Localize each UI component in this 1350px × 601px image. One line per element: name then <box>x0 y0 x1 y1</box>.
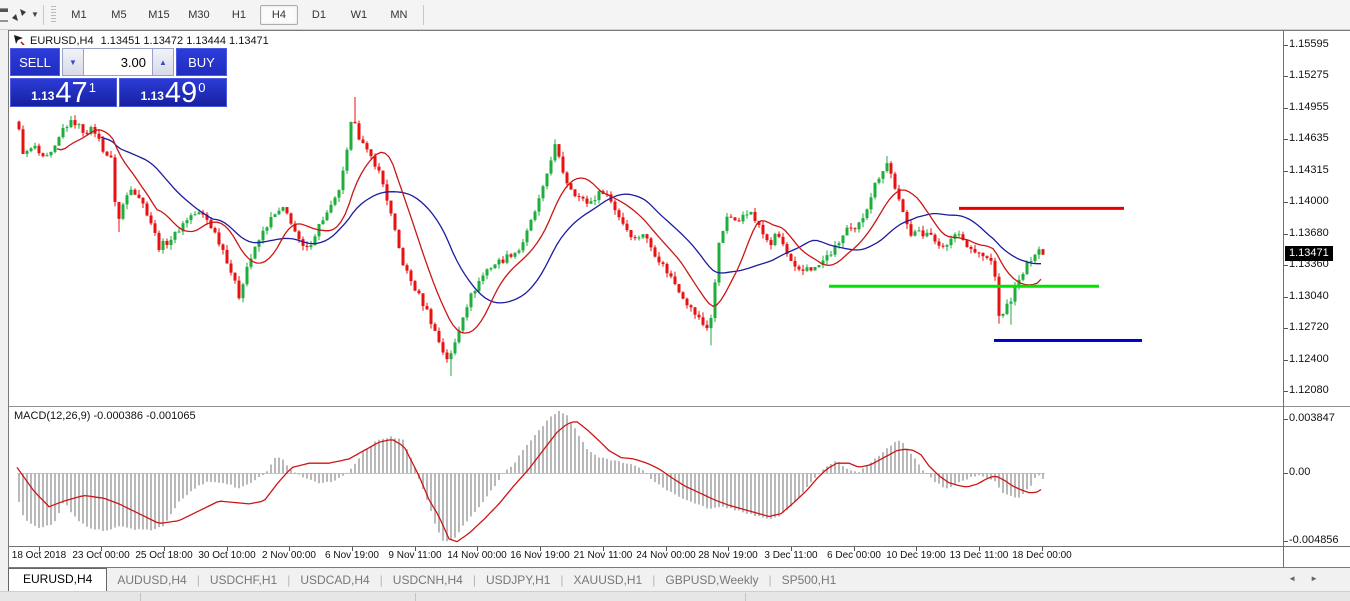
macd-plot[interactable] <box>9 407 1283 546</box>
price-tick-mark <box>1284 171 1288 172</box>
chart-cursor-icon <box>13 34 25 48</box>
price-axis-separator <box>1283 31 1284 569</box>
tab-AUDUSD-H4[interactable]: AUDUSD,H4 <box>107 570 196 591</box>
top-toolbar: ▼ M1M5M15M30H1H4D1W1MN <box>0 0 1350 30</box>
buy-button[interactable]: BUY <box>176 48 227 76</box>
price-tick-mark <box>1284 391 1288 392</box>
macd-tick-label: -0.004856 <box>1289 534 1339 546</box>
tab-GBPUSD-Weekly[interactable]: GBPUSD,Weekly <box>655 570 768 591</box>
macd-tick-mark <box>1284 419 1288 420</box>
price-tick-label: 1.15595 <box>1289 38 1329 50</box>
toolbar-separator <box>423 5 424 25</box>
price-tick-mark <box>1284 328 1288 329</box>
tab-SP500-H1[interactable]: SP500,H1 <box>772 570 847 591</box>
chart-title-row: EURUSD,H4 1.13451 1.13472 1.13444 1.1347… <box>13 34 269 48</box>
buy-price-pip: 0 <box>198 80 205 95</box>
tab-USDCHF-H1[interactable]: USDCHF,H1 <box>200 570 287 591</box>
time-tick-label: 13 Dec 11:00 <box>950 550 1009 561</box>
price-tick-mark <box>1284 45 1288 46</box>
price-tick-label: 1.14000 <box>1289 195 1329 207</box>
toolbar-grip[interactable] <box>51 6 56 24</box>
tab-USDCNH-H4[interactable]: USDCNH,H4 <box>383 570 473 591</box>
quote-panel: SELL ▼ ▲ BUY 1.13 47 1 1.13 49 0 <box>10 48 227 107</box>
time-tick-label: 16 Nov 19:00 <box>510 550 570 561</box>
time-tick-label: 21 Nov 11:00 <box>574 550 633 561</box>
timeframe-button-H1[interactable]: H1 <box>220 5 258 25</box>
macd-tick-mark <box>1284 541 1288 542</box>
time-tick-label: 9 Nov 11:00 <box>388 550 441 561</box>
buy-price-base: 1.13 <box>141 89 164 103</box>
timeframe-button-W1[interactable]: W1 <box>340 5 378 25</box>
time-tick-label: 6 Dec 00:00 <box>827 550 881 561</box>
chart-window: EURUSD,H4 1.13451 1.13472 1.13444 1.1347… <box>8 30 1350 568</box>
macd-tick-label: 0.00 <box>1289 466 1310 478</box>
price-tick-label: 1.14635 <box>1289 132 1329 144</box>
price-tick-label: 1.12720 <box>1289 321 1329 333</box>
toolbar-separator <box>43 5 44 25</box>
time-tick-label: 14 Nov 00:00 <box>447 550 507 561</box>
macd-indicator-label: MACD(12,26,9) -0.000386 -0.001065 <box>14 410 196 422</box>
time-tick-label: 28 Nov 19:00 <box>698 550 758 561</box>
sell-button[interactable]: SELL <box>10 48 60 76</box>
tab-USDCAD-H4[interactable]: USDCAD,H4 <box>290 570 379 591</box>
time-axis-line <box>9 546 1350 547</box>
tab-XAUUSD-H1[interactable]: XAUUSD,H1 <box>564 570 653 591</box>
timeframe-button-M30[interactable]: M30 <box>180 5 218 25</box>
chart-ohlc-values: 1.13451 1.13472 1.13444 1.13471 <box>101 35 269 47</box>
new-chart-icon[interactable] <box>0 5 8 25</box>
time-tick-label: 6 Nov 19:00 <box>325 550 379 561</box>
price-tick-label: 1.13680 <box>1289 227 1329 239</box>
price-tick-mark <box>1284 360 1288 361</box>
chart-symbol-label: EURUSD,H4 <box>30 35 94 47</box>
time-tick-label: 10 Dec 19:00 <box>886 550 946 561</box>
time-tick-label: 3 Dec 11:00 <box>764 550 817 561</box>
time-tick-label: 18 Dec 00:00 <box>1012 550 1072 561</box>
macd-tick-mark <box>1284 473 1288 474</box>
timeframe-button-D1[interactable]: D1 <box>300 5 338 25</box>
price-tick-mark <box>1284 139 1288 140</box>
sell-price-display[interactable]: 1.13 47 1 <box>10 78 117 107</box>
price-tick-label: 1.14315 <box>1289 164 1329 176</box>
symbol-tab-bar: EURUSD,H4AUDUSD,H4|USDCHF,H1|USDCAD,H4|U… <box>0 568 1350 591</box>
buy-price-display[interactable]: 1.13 49 0 <box>119 78 227 107</box>
macd-tick-label: 0.003847 <box>1289 412 1335 424</box>
timeframe-button-M1[interactable]: M1 <box>60 5 98 25</box>
time-tick-label: 30 Oct 10:00 <box>198 550 255 561</box>
volume-increase-button[interactable]: ▲ <box>152 48 174 76</box>
price-tick-mark <box>1284 265 1288 266</box>
volume-input[interactable] <box>84 48 152 76</box>
tabs-scroll-left-icon[interactable]: ◄ <box>1288 574 1310 583</box>
buy-price-big: 49 <box>165 80 197 106</box>
timeframe-button-MN[interactable]: MN <box>380 5 418 25</box>
time-tick-label: 25 Oct 18:00 <box>135 550 192 561</box>
tabs-scroll-right-icon[interactable]: ► <box>1310 574 1332 583</box>
sell-price-big: 47 <box>55 80 87 106</box>
arrange-charts-dropdown-icon[interactable]: ▼ <box>31 10 39 19</box>
tab-USDJPY-H1[interactable]: USDJPY,H1 <box>476 570 560 591</box>
price-tick-label: 1.14955 <box>1289 101 1329 113</box>
time-tick-label: 23 Oct 00:00 <box>72 550 129 561</box>
arrange-charts-icon[interactable] <box>8 5 30 25</box>
timeframe-button-M15[interactable]: M15 <box>140 5 178 25</box>
price-tick-label: 1.13040 <box>1289 290 1329 302</box>
time-tick-label: 24 Nov 00:00 <box>636 550 696 561</box>
volume-decrease-button[interactable]: ▼ <box>62 48 84 76</box>
timeframe-button-H4[interactable]: H4 <box>260 5 298 25</box>
price-tick-mark <box>1284 76 1288 77</box>
price-tick-mark <box>1284 297 1288 298</box>
price-tick-mark <box>1284 234 1288 235</box>
time-tick-label: 2 Nov 00:00 <box>262 550 316 561</box>
sell-price-base: 1.13 <box>31 89 54 103</box>
price-tick-label: 1.12080 <box>1289 384 1329 396</box>
time-tick-label: 18 Oct 2018 <box>12 550 66 561</box>
price-tick-mark <box>1284 108 1288 109</box>
current-price-badge: 1.13471 <box>1285 246 1333 261</box>
tab-EURUSD-H4[interactable]: EURUSD,H4 <box>8 568 107 591</box>
price-tick-label: 1.15275 <box>1289 69 1329 81</box>
sell-price-pip: 1 <box>89 80 96 95</box>
pane-splitter[interactable] <box>9 406 1350 407</box>
price-tick-mark <box>1284 202 1288 203</box>
timeframe-button-M5[interactable]: M5 <box>100 5 138 25</box>
price-tick-label: 1.12400 <box>1289 353 1329 365</box>
